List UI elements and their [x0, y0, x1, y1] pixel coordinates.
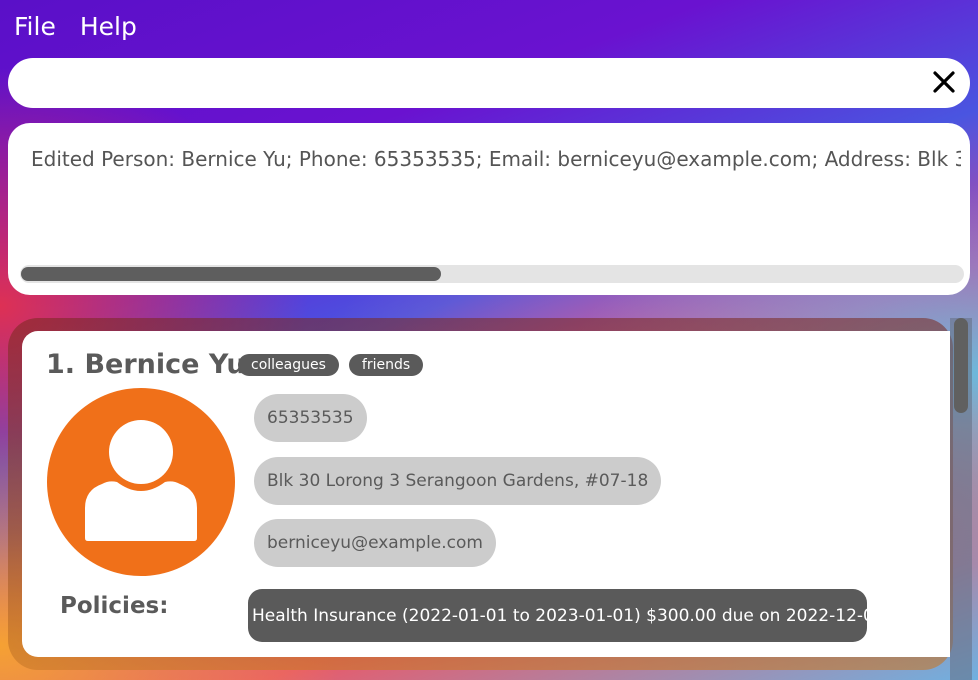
- vertical-scrollbar[interactable]: [950, 318, 972, 680]
- policy-item: 1. Health Insurance (2022-01-01 to 2023-…: [230, 589, 885, 642]
- user-silhouette-icon: [47, 388, 235, 576]
- tag: colleagues: [238, 354, 339, 376]
- result-text: Edited Person: Bernice Yu; Phone: 653535…: [31, 147, 961, 171]
- result-display: Edited Person: Bernice Yu; Phone: 653535…: [8, 123, 970, 295]
- phone-field: 65353535: [254, 394, 367, 442]
- command-input[interactable]: [8, 58, 970, 108]
- policies-label: Policies:: [60, 593, 169, 619]
- person-card[interactable]: 1. Bernice Yu colleagues friends 6535353…: [22, 331, 950, 657]
- horizontal-scrollbar[interactable]: [20, 265, 964, 283]
- close-icon[interactable]: [932, 70, 956, 94]
- email-field: berniceyu@example.com: [254, 519, 496, 567]
- tag-list: colleagues friends: [238, 354, 424, 376]
- horizontal-scrollbar-thumb[interactable]: [21, 267, 441, 281]
- tag: friends: [348, 354, 424, 376]
- address-field: Blk 30 Lorong 3 Serangoon Gardens, #07-1…: [254, 457, 662, 505]
- menu-bar: File Help: [0, 0, 147, 52]
- menu-help[interactable]: Help: [80, 12, 137, 41]
- vertical-scrollbar-thumb[interactable]: [954, 318, 968, 413]
- menu-file[interactable]: File: [14, 12, 56, 41]
- person-name: 1. Bernice Yu: [46, 349, 246, 380]
